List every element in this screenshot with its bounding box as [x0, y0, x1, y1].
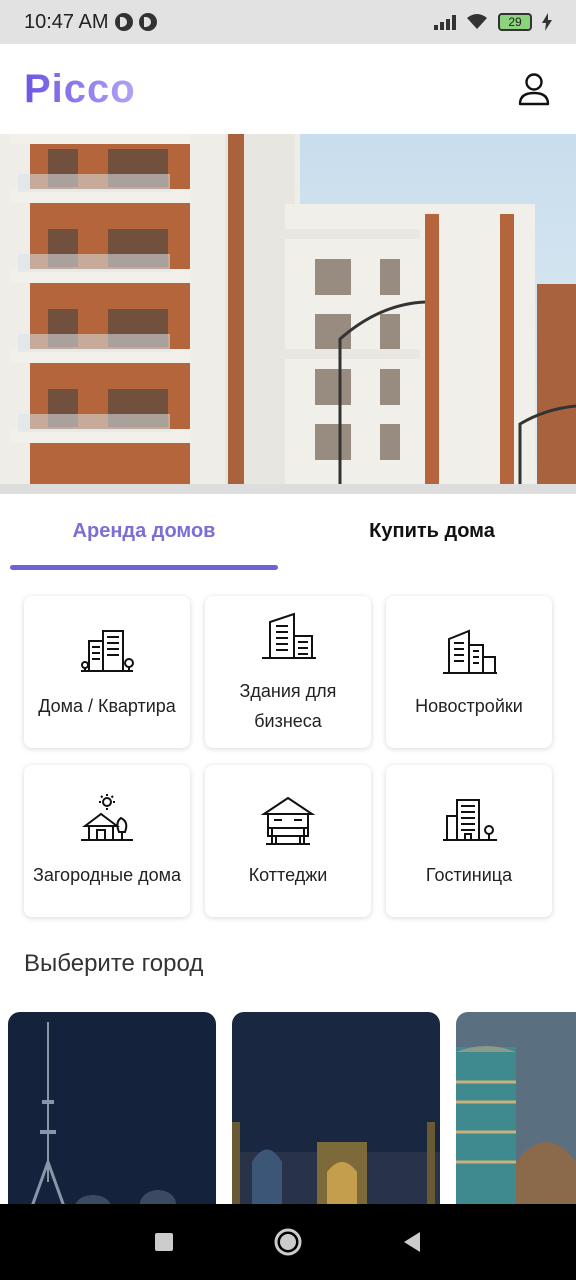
choose-city-title: Выберите город — [24, 950, 204, 977]
battery-icon: 29 — [498, 13, 532, 31]
app-logo: Picco — [24, 66, 136, 111]
charging-icon — [542, 13, 552, 31]
category-label: Загородные дома — [33, 865, 181, 885]
office-building-icon — [262, 612, 316, 659]
category-card-country-houses[interactable]: Загородные дома — [24, 765, 190, 917]
city-carousel[interactable] — [8, 1012, 576, 1204]
city-card[interactable] — [232, 1012, 440, 1204]
category-card-new-buildings[interactable]: Новостройки — [386, 596, 552, 748]
square-icon — [155, 1233, 173, 1251]
country-house-icon — [81, 794, 133, 841]
home-button[interactable] — [274, 1228, 302, 1256]
battery-level: 29 — [508, 15, 522, 29]
recent-apps-button[interactable] — [150, 1228, 178, 1256]
notification-icon — [138, 13, 157, 31]
back-triangle-icon — [404, 1232, 420, 1252]
category-label: Новостройки — [415, 696, 523, 716]
status-time: 10:47 AM — [24, 10, 109, 33]
cottage-icon — [260, 796, 316, 845]
hero-image — [0, 134, 576, 494]
tab-buy-houses[interactable]: Купить дома — [288, 494, 576, 568]
profile-button[interactable] — [516, 71, 552, 107]
hotel-icon — [443, 799, 497, 841]
city-card[interactable] — [8, 1012, 216, 1204]
back-button[interactable] — [398, 1228, 426, 1256]
category-card-hotel[interactable]: Гостиница — [386, 765, 552, 917]
active-tab-indicator — [10, 565, 278, 570]
app-header: Picco — [0, 44, 576, 134]
signal-icon — [434, 14, 456, 30]
apartment-building-icon — [81, 630, 134, 672]
city-card[interactable] — [456, 1012, 576, 1204]
tab-rent-houses[interactable]: Аренда домов — [0, 494, 288, 568]
category-tabs: Аренда домов Купить дома — [0, 494, 576, 574]
user-icon — [518, 73, 550, 106]
category-label: Гостиница — [425, 865, 513, 885]
wifi-icon — [467, 14, 487, 29]
category-card-business-buildings[interactable]: Здания для бизнеса — [205, 596, 371, 748]
category-label: Дома / Квартира — [38, 696, 176, 716]
category-card-cottages[interactable]: Коттеджи — [205, 765, 371, 917]
category-label: Коттеджи — [248, 865, 328, 885]
property-type-grid: Дома / Квартира Здания для бизнеса Новос… — [24, 596, 552, 917]
new-building-icon — [443, 629, 497, 674]
circle-icon — [274, 1228, 302, 1256]
notification-icon — [114, 13, 133, 31]
system-navigation-bar — [0, 1204, 576, 1280]
category-card-houses-apartments[interactable]: Дома / Квартира — [24, 596, 190, 748]
category-label: Здания для бизнеса — [239, 681, 337, 731]
status-bar: 10:47 AM 29 — [0, 0, 576, 44]
